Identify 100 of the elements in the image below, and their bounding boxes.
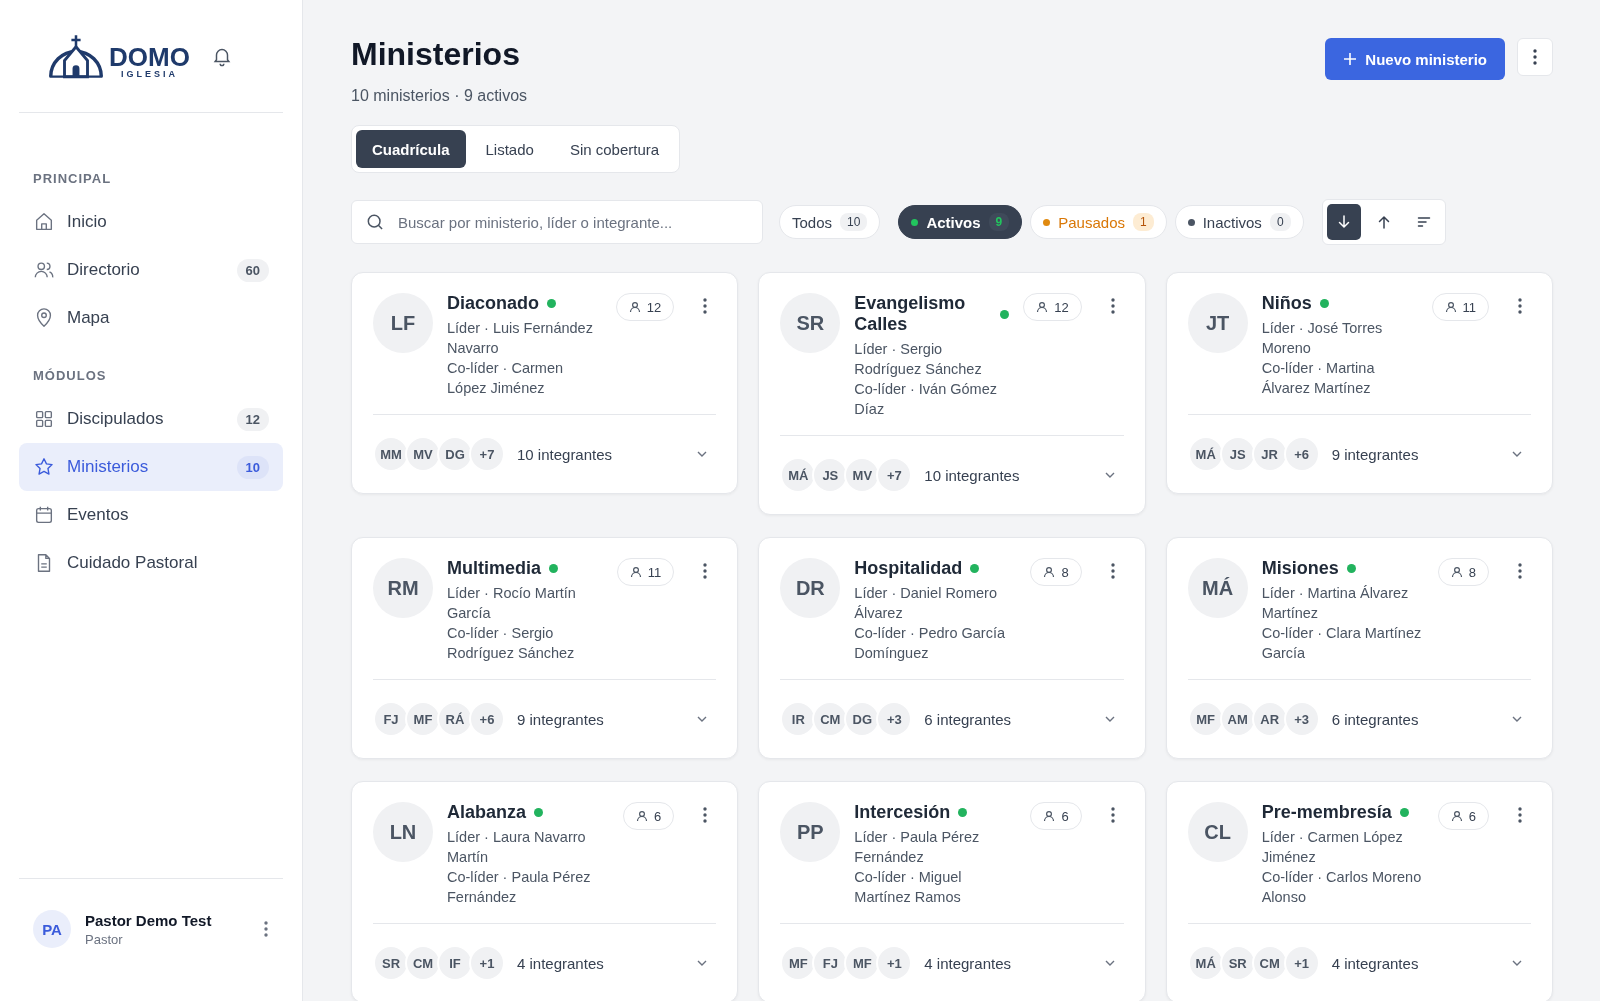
more-options-icon[interactable] [702, 562, 709, 580]
more-members-badge: +1 [876, 945, 913, 981]
member-total: 6 integrantes [924, 710, 1013, 728]
co-leader-text: Co-líder · Paula Pérez Fernández [447, 868, 592, 907]
search-field[interactable]: Buscar por ministerio, líder o integrante... [351, 200, 763, 244]
star-icon [33, 456, 55, 478]
new-ministry-button[interactable]: Nuevo ministerio [1325, 38, 1505, 80]
ministry-card[interactable]: DR Hospitalidad Líder · Daniel Romero Álvarez Co-líder · Pedro García Domínguez 8 IR CM DG +3 6 integrantes [758, 537, 1146, 759]
filter-chip[interactable]: Todos 10 [779, 205, 881, 239]
more-members-badge: +7 [469, 436, 505, 472]
user-name: Pastor Demo Test [85, 911, 213, 929]
more-options-icon[interactable] [702, 297, 709, 315]
chevron-down-icon[interactable] [696, 450, 709, 458]
member-avatar: IF [437, 945, 473, 981]
ministry-avatar: LN [373, 802, 433, 862]
member-avatar: FJ [373, 701, 409, 737]
ministry-card[interactable]: RM Multimedia Líder · Rocío Martín García Co-líder · Sergio Rodríguez Sánchez 11 FJ MF RÁ +6 9 integrantes [351, 537, 739, 759]
chevron-down-icon[interactable] [1511, 959, 1523, 967]
more-options-icon[interactable] [1109, 562, 1116, 580]
member-total: 9 integrantes [1331, 445, 1420, 463]
nav-item[interactable]: Mapa [19, 294, 283, 342]
more-options-icon[interactable] [702, 806, 709, 824]
section-heading: PRINCIPAL [32, 171, 113, 188]
member-avatar: MÁ [1187, 945, 1224, 981]
co-leader-text: Co-líder · Miguel Martínez Ramos [854, 868, 963, 907]
chevron-down-icon[interactable] [1103, 959, 1116, 967]
member-avatar: JS [1219, 436, 1256, 472]
more-members-badge: +1 [1283, 945, 1320, 981]
more-options-icon[interactable] [1109, 806, 1116, 824]
more-options-icon[interactable] [1517, 562, 1523, 580]
count-badge: 12 [236, 407, 269, 431]
nav-item[interactable]: Directorio 60 [19, 246, 283, 294]
nav-item[interactable]: Eventos [19, 491, 283, 539]
member-avatar: DG [437, 436, 473, 472]
more-options-button[interactable] [1517, 38, 1553, 76]
member-total: 6 integrantes [1331, 710, 1420, 728]
section-heading: MÓDULOS [32, 368, 108, 385]
more-members-badge: +6 [469, 701, 505, 737]
chevron-down-icon[interactable] [696, 959, 709, 967]
member-total: 9 integrantes [517, 710, 605, 728]
chevron-down-icon[interactable] [1103, 715, 1116, 723]
co-leader-text: Co-líder · Sergio Rodríguez Sánchez [447, 624, 576, 663]
ministry-avatar: MÁ [1187, 558, 1248, 618]
filter-chip[interactable]: Pausados 1 [1030, 205, 1167, 239]
ministry-avatar: SR [780, 293, 841, 353]
member-avatar: AR [1251, 701, 1288, 737]
chevron-down-icon[interactable] [1103, 471, 1116, 479]
nav-item[interactable]: Inicio [19, 198, 283, 246]
chevron-down-icon[interactable] [1511, 450, 1523, 458]
ministry-card[interactable]: JT Niños Líder · José Torres Moreno Co-líder · Martina Álvarez Martínez 11 MÁ JS JR +6 9 integrantes [1165, 272, 1553, 494]
logo-name: DOMO [109, 44, 190, 70]
member-avatar: AM [1219, 701, 1256, 737]
chevron-down-icon[interactable] [696, 715, 709, 723]
more-options-icon [1532, 48, 1538, 66]
ministry-avatar: LF [373, 293, 433, 353]
view-tab[interactable]: Cuadrícula [356, 130, 466, 168]
ministry-card[interactable]: LF Diaconado Líder · Luis Fernández Navarro Co-líder · Carmen López Jiménez 12 MM MV DG +7 10 integrantes [351, 272, 739, 494]
member-avatar: SR [373, 945, 409, 981]
nav-item[interactable]: Cuidado Pastoral [19, 539, 283, 587]
leader-text: Líder · Rocío Martín García [447, 584, 577, 623]
more-members-badge: +1 [469, 945, 505, 981]
co-leader-text: Co-líder · Iván Gómez Díaz [854, 380, 998, 419]
member-avatar: MM [373, 436, 409, 472]
member-avatar: MF [1187, 701, 1224, 737]
count-badge: 10 [236, 455, 269, 479]
logo-subtitle: IGLESIA [120, 70, 178, 79]
member-total: 4 integrantes [924, 954, 1013, 972]
more-members-badge: +3 [1283, 701, 1320, 737]
more-options-icon[interactable] [1109, 297, 1116, 315]
nav-item[interactable]: Ministerios 10 [19, 443, 283, 491]
ministry-avatar: PP [780, 802, 841, 862]
leader-text: Líder · José Torres Moreno [1261, 319, 1384, 358]
leader-text: Líder · Laura Navarro Martín [447, 828, 587, 867]
ministry-card[interactable]: SR Evangelismo Calles Líder · Sergio Rodríguez Sánchez Co-líder · Iván Gómez Díaz 12 MÁ JS MV +7 10 integrantes [758, 272, 1146, 515]
view-tab[interactable]: Sin cobertura [553, 130, 676, 168]
more-members-badge: +3 [876, 701, 913, 737]
ministry-name: Intercesión [854, 802, 951, 823]
member-avatar: JR [1251, 436, 1288, 472]
filter-chip[interactable]: Activos 9 [898, 205, 1023, 239]
more-options-icon[interactable] [1517, 297, 1523, 315]
leader-text: Líder · Luis Fernández Navarro [447, 319, 594, 358]
member-avatar: CM [405, 945, 441, 981]
sort-descending-button[interactable] [1326, 204, 1361, 240]
sort-lines-icon [1415, 214, 1432, 230]
view-tab[interactable]: Listado [469, 130, 550, 168]
page-subtitle: 10 ministerios · 9 activos [351, 87, 528, 105]
home-icon [33, 211, 55, 233]
more-members-badge: +6 [1283, 436, 1320, 472]
ministry-card[interactable]: CL Pre-membresía Líder · Carmen López Jiménez Co-líder · Carlos Moreno Alonso 6 MÁ SR CM +1 4 integrantes [1165, 781, 1553, 1001]
ministry-card[interactable]: MÁ Misiones Líder · Martina Álvarez Martínez Co-líder · Clara Martínez García 8 MF AM AR +3 6 integrantes [1165, 537, 1553, 759]
nav-item[interactable]: Discipulados 12 [19, 395, 283, 443]
ministry-name: Multimedia [447, 558, 541, 579]
more-options-icon[interactable] [263, 920, 269, 938]
ministry-card[interactable]: LN Alabanza Líder · Laura Navarro Martín Co-líder · Paula Pérez Fernández 6 SR CM IF +1 4 integrantes [351, 781, 739, 1001]
member-avatar: SR [1219, 945, 1256, 981]
ministry-name: Misiones [1261, 558, 1339, 579]
more-options-icon[interactable] [1517, 806, 1523, 824]
chevron-down-icon[interactable] [1511, 715, 1523, 723]
ministry-card[interactable]: PP Intercesión Líder · Paula Pérez Fernández Co-líder · Miguel Martínez Ramos 6 MF FJ MF +1 4 integrantes [758, 781, 1146, 1001]
calendar-icon [33, 504, 55, 526]
